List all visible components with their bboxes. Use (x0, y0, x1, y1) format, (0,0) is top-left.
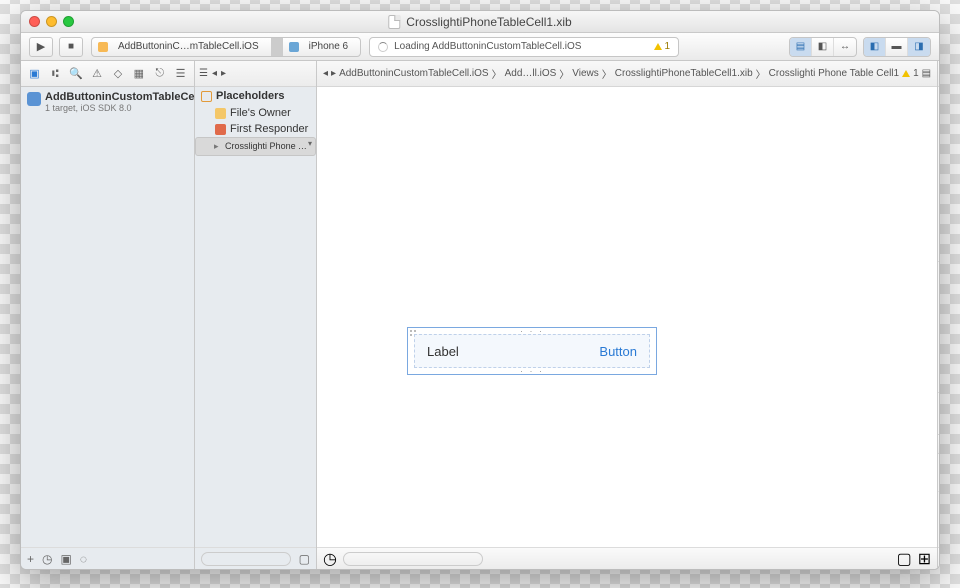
canvas-footer: ◷ ▢ ⊞ (317, 547, 937, 569)
forward-icon[interactable]: ▸ (221, 68, 226, 79)
object-library: Label Label – A variably sized amount of… (938, 454, 940, 547)
test-tab-icon[interactable]: ◇ (111, 66, 126, 82)
toggle-debug-icon[interactable]: ▬ (886, 38, 908, 56)
app-icon (98, 42, 108, 52)
view-selector[interactable]: ◧ ▬ ◨ (863, 37, 931, 57)
content-view[interactable]: Label Button (414, 334, 650, 368)
first-responder-label: First Responder (230, 123, 308, 135)
jump-crumb-object: Crosslighti Phone Table Cell1 (769, 68, 899, 79)
jump-crumb-views: Views (572, 68, 599, 79)
first-responder-item[interactable]: First Responder (195, 121, 316, 137)
library-footer: ⊞ (938, 547, 940, 569)
scheme-device: iPhone 6 (303, 41, 354, 52)
run-button[interactable]: ▶ (29, 37, 53, 57)
breakpoint-tab-icon[interactable]: ⎋ (152, 66, 167, 82)
history-back-icon[interactable]: ◂ (323, 68, 328, 79)
project-tab-icon[interactable]: ▣ (27, 66, 42, 82)
traffic-lights (29, 16, 74, 27)
library-item-button[interactable]: Button Button – Intercepts touch events … (938, 492, 940, 547)
scheme-selector[interactable]: AddButtoninC…mTableCell.iOS iPhone 6 (91, 37, 361, 57)
debug-tab-icon[interactable]: ▦ (131, 66, 146, 82)
document-outline: ☰ ◂ ▸ Placeholders File's Owner First Re… (195, 61, 317, 569)
jump-crumb-target: Add…ll.iOS (505, 68, 557, 79)
size-class-icon[interactable]: ◷ (323, 549, 337, 569)
library-tabs: ▢ { } ◎ ▣ (938, 434, 940, 454)
xcode-window: CrosslightiPhoneTableCell1.xib ▶ ■ AddBu… (20, 10, 940, 570)
issue-tab-icon[interactable]: ⚠ (90, 66, 105, 82)
find-tab-icon[interactable]: 🔍 (69, 66, 84, 82)
cube-red-icon (215, 124, 226, 135)
recent-filter-icon[interactable]: ◷ (42, 552, 52, 566)
uibutton[interactable]: Button (599, 344, 637, 359)
scm-filter-icon[interactable]: ▣ (61, 552, 72, 566)
constraints-icon[interactable]: ▢ (897, 549, 912, 569)
placeholders-group[interactable]: Placeholders (195, 87, 316, 105)
related-items-icon[interactable]: ☰ (199, 68, 208, 79)
cube-icon (201, 91, 212, 102)
jump-crumb-file: CrosslightiPhoneTableCell1.xib (615, 68, 753, 79)
jump-menu-icon[interactable]: ▤ (922, 68, 931, 79)
navigator-tabs: ▣ ⑆ 🔍 ⚠ ◇ ▦ ⎋ ☰ (21, 61, 194, 87)
editor-area: ◂ ▸ AddButtoninCustomTableCell.iOS 〉 Add… (317, 61, 938, 569)
stop-button[interactable]: ■ (59, 37, 83, 57)
toggle-navigator-icon[interactable]: ◧ (864, 38, 886, 56)
activity-text: Loading AddButtoninCustomTableCell.iOS (394, 41, 581, 52)
table-cell-view[interactable]: · · · Label Button · · · (407, 327, 657, 375)
close-icon[interactable] (29, 16, 40, 27)
warning-icon (902, 70, 910, 77)
project-navigator: ▣ ⑆ 🔍 ⚠ ◇ ▦ ⎋ ☰ AddButtoninCustomTableCe… (21, 61, 195, 569)
standard-editor-icon[interactable]: ▤ (790, 38, 812, 56)
selected-view-label: Crosslighti Phone Table... (225, 141, 316, 151)
window-title: CrosslightiPhoneTableCell1.xib (406, 15, 571, 29)
version-editor-icon[interactable]: ↔ (834, 38, 856, 56)
jump-bar[interactable]: ◂ ▸ AddButtoninCustomTableCell.iOS 〉 Add… (317, 61, 937, 87)
device-icon (289, 42, 299, 52)
report-tab-icon[interactable]: ☰ (173, 66, 188, 82)
library-item-label[interactable]: Label Label – A variably sized amount of… (938, 454, 940, 492)
minimize-icon[interactable] (46, 16, 57, 27)
files-owner-label: File's Owner (230, 107, 291, 119)
cube-yellow-icon (215, 108, 226, 119)
titlebar: CrosslightiPhoneTableCell1.xib (21, 11, 939, 33)
outline-tabs: ☰ ◂ ▸ (195, 61, 316, 87)
spinner-icon (378, 42, 388, 52)
jump-crumb-project: AddButtoninCustomTableCell.iOS (339, 68, 489, 79)
uilabel[interactable]: Label (427, 344, 459, 359)
jump-issue-count[interactable]: 1 (913, 68, 919, 79)
back-icon[interactable]: ◂ (212, 68, 217, 79)
utilities-panel: ▣ ? ▤ ⇲ ▥ → Identity and Type NameCrossl… (938, 61, 940, 569)
ib-canvas[interactable]: · · · Label Button · · · (317, 87, 937, 547)
editor-mode-selector[interactable]: ▤ ◧ ↔ (789, 37, 857, 57)
filter-field-icon[interactable]: ◌ (80, 552, 87, 566)
main-toolbar: ▶ ■ AddButtoninC…mTableCell.iOS iPhone 6… (21, 33, 939, 61)
outline-filter-bar: ▢ (195, 547, 316, 569)
selected-view-item[interactable]: Crosslighti Phone Table... (195, 137, 316, 156)
document-icon (388, 15, 400, 29)
symbol-tab-icon[interactable]: ⑆ (48, 66, 63, 82)
warning-icon (654, 43, 662, 50)
add-button[interactable]: + (27, 552, 34, 566)
history-fwd-icon[interactable]: ▸ (331, 68, 336, 79)
issue-count[interactable]: 1 (665, 41, 671, 52)
toggle-utilities-icon[interactable]: ◨ (908, 38, 930, 56)
project-icon (27, 92, 41, 106)
zoom-icon[interactable]: ⊞ (918, 549, 931, 569)
scheme-target: AddButtoninC…mTableCell.iOS (112, 41, 265, 52)
files-owner-item[interactable]: File's Owner (195, 105, 316, 121)
zoom-icon[interactable] (63, 16, 74, 27)
navigator-filter-bar: + ◷ ▣ ◌ (21, 547, 194, 569)
outline-filter-input[interactable] (201, 552, 291, 566)
project-row[interactable]: AddButtoninCustomTableCell.iOS 1 target,… (21, 87, 194, 117)
outline-toggle-icon[interactable]: ▢ (299, 552, 310, 566)
activity-view: Loading AddButtoninCustomTableCell.iOS 1 (369, 37, 679, 57)
inspector-tabs: ▣ ? ▤ ⇲ ▥ → (938, 61, 940, 87)
assistant-editor-icon[interactable]: ◧ (812, 38, 834, 56)
placeholders-label: Placeholders (216, 90, 284, 102)
canvas-filter-input[interactable] (343, 552, 483, 566)
